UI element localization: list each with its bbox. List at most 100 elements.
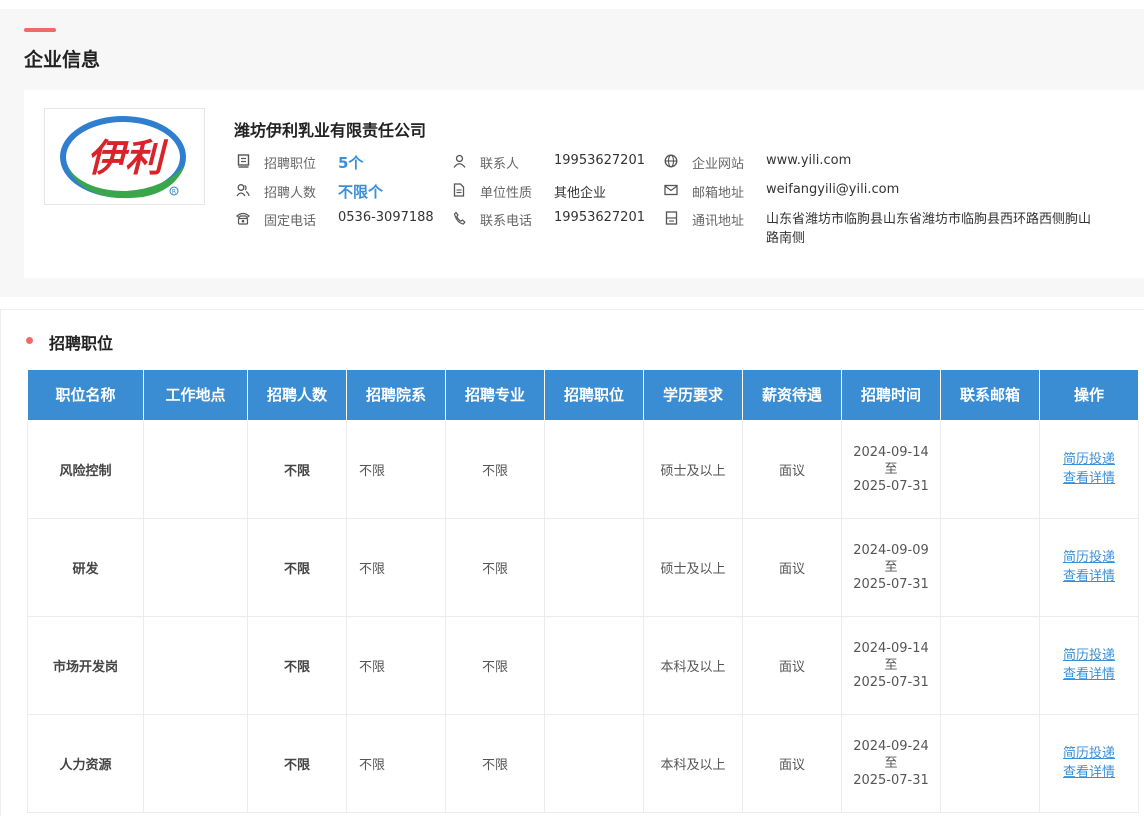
job-time: 2024-09-14 至 2025-07-31 xyxy=(841,615,941,715)
table-row: 人力资源 不限 不限 不限 本科及以上 面议 2024-09-24 至 2025-0… xyxy=(27,713,1139,813)
job-education: 本科及以上 xyxy=(643,713,743,813)
job-education: 硕士及以上 xyxy=(643,517,743,617)
column-header: 职位名称 xyxy=(27,370,144,421)
job-email xyxy=(940,615,1040,715)
job-time: 2024-09-14 至 2025-07-31 xyxy=(841,419,941,519)
job-position xyxy=(544,419,644,519)
job-location xyxy=(143,419,248,519)
mail-icon xyxy=(664,183,678,197)
jobs-table: 职位名称 工作地点 招聘人数 招聘院系 招聘专业 招聘职位 学历要求 薪资待遇 … xyxy=(27,370,1139,813)
company-info-card: 伊利 R 潍坊伊利乳业有限责任公司 招聘职位 5个 招聘人数 不限个 固定电话 … xyxy=(24,90,1144,278)
globe-icon xyxy=(664,154,678,168)
field-headcount: 招聘人数 不限个 xyxy=(236,182,384,201)
column-header: 招聘职位 xyxy=(544,370,644,421)
users-icon xyxy=(236,183,250,197)
job-department: 不限 xyxy=(346,713,446,813)
column-header: 招聘院系 xyxy=(346,370,446,421)
jobs-section-title: 招聘职位 xyxy=(49,334,114,353)
field-unit-type: 单位性质 其他企业 xyxy=(452,182,606,201)
job-time: 2024-09-09 至 2025-07-31 xyxy=(841,517,941,617)
company-name: 潍坊伊利乳业有限责任公司 xyxy=(234,121,427,140)
job-position xyxy=(544,615,644,715)
column-header: 招聘时间 xyxy=(841,370,941,421)
job-position xyxy=(544,713,644,813)
job-name: 风险控制 xyxy=(27,419,144,519)
job-name: 研发 xyxy=(27,517,144,617)
positions-count: 5个 xyxy=(338,154,364,172)
column-header: 学历要求 xyxy=(643,370,743,421)
apply-resume-link[interactable]: 简历投递 xyxy=(1040,450,1138,469)
section-title: 企业信息 xyxy=(24,49,101,71)
job-name: 人力资源 xyxy=(27,713,144,813)
job-education: 硕士及以上 xyxy=(643,419,743,519)
telephone-icon xyxy=(236,211,250,225)
job-email xyxy=(940,517,1040,617)
field-contact-phone: 联系电话 19953627201 xyxy=(452,210,645,229)
table-row: 市场开发岗 不限 不限 不限 本科及以上 面议 2024-09-14 至 2025-… xyxy=(27,615,1139,715)
job-actions: 简历投递 查看详情 xyxy=(1039,419,1139,519)
column-header: 招聘专业 xyxy=(445,370,545,421)
table-header-row: 职位名称 工作地点 招聘人数 招聘院系 招聘专业 招聘职位 学历要求 薪资待遇 … xyxy=(27,370,1139,421)
document-icon xyxy=(236,154,250,168)
headcount-value: 不限个 xyxy=(338,183,384,201)
column-header: 招聘人数 xyxy=(247,370,347,421)
job-department: 不限 xyxy=(346,419,446,519)
job-actions: 简历投递 查看详情 xyxy=(1039,517,1139,617)
apply-resume-link[interactable]: 简历投递 xyxy=(1040,646,1138,665)
phone-icon xyxy=(452,211,466,225)
job-email xyxy=(940,713,1040,813)
field-address: 通讯地址 山东省潍坊市临朐县山东省潍坊市临朐县西环路西侧朐山路南侧 xyxy=(664,210,1101,246)
job-location xyxy=(143,713,248,813)
job-department: 不限 xyxy=(346,517,446,617)
job-salary: 面议 xyxy=(742,419,842,519)
field-website: 企业网站 www.yili.com xyxy=(664,153,851,172)
apply-resume-link[interactable]: 简历投递 xyxy=(1040,744,1138,763)
company-logo: 伊利 R xyxy=(44,108,205,205)
field-email: 邮箱地址 weifangyili@yili.com xyxy=(664,182,899,201)
field-positions: 招聘职位 5个 xyxy=(236,153,364,172)
job-location xyxy=(143,517,248,617)
job-education: 本科及以上 xyxy=(643,615,743,715)
job-count: 不限 xyxy=(247,713,347,813)
view-details-link[interactable]: 查看详情 xyxy=(1040,763,1138,782)
apply-resume-link[interactable]: 简历投递 xyxy=(1040,548,1138,567)
svg-text:R: R xyxy=(172,189,176,196)
column-header: 薪资待遇 xyxy=(742,370,842,421)
job-location xyxy=(143,615,248,715)
job-name: 市场开发岗 xyxy=(27,615,144,715)
job-salary: 面议 xyxy=(742,517,842,617)
job-major: 不限 xyxy=(445,419,545,519)
file-icon xyxy=(452,183,466,197)
address-book-icon xyxy=(664,211,678,225)
job-salary: 面议 xyxy=(742,615,842,715)
jobs-section: 招聘职位 职位名称 工作地点 招聘人数 招聘院系 招聘专业 招聘职位 学历要求 … xyxy=(0,309,1144,816)
job-count: 不限 xyxy=(247,419,347,519)
column-header: 联系邮箱 xyxy=(940,370,1040,421)
job-actions: 简历投递 查看详情 xyxy=(1039,615,1139,715)
column-header: 工作地点 xyxy=(143,370,248,421)
job-position xyxy=(544,517,644,617)
job-actions: 简历投递 查看详情 xyxy=(1039,713,1139,813)
company-info-section: 企业信息 伊利 R 潍坊伊利乳业有限责任公司 招聘职位 5个 招聘人数 不限个 … xyxy=(0,9,1144,297)
job-major: 不限 xyxy=(445,713,545,813)
svg-text:伊利: 伊利 xyxy=(87,136,169,180)
job-time: 2024-09-24 至 2025-07-31 xyxy=(841,713,941,813)
job-count: 不限 xyxy=(247,517,347,617)
table-row: 研发 不限 不限 不限 硕士及以上 面议 2024-09-09 至 2025-07-… xyxy=(27,517,1139,617)
field-contact: 联系人 19953627201 xyxy=(452,153,645,172)
title-accent-bar xyxy=(24,28,56,32)
title-dot xyxy=(26,337,33,344)
job-major: 不限 xyxy=(445,615,545,715)
job-count: 不限 xyxy=(247,615,347,715)
table-row: 风险控制 不限 不限 不限 硕士及以上 面议 2024-09-14 至 2025-0… xyxy=(27,419,1139,519)
job-department: 不限 xyxy=(346,615,446,715)
view-details-link[interactable]: 查看详情 xyxy=(1040,469,1138,488)
user-icon xyxy=(452,154,466,168)
job-email xyxy=(940,419,1040,519)
job-salary: 面议 xyxy=(742,713,842,813)
view-details-link[interactable]: 查看详情 xyxy=(1040,665,1138,684)
job-major: 不限 xyxy=(445,517,545,617)
column-header: 操作 xyxy=(1039,370,1139,421)
view-details-link[interactable]: 查看详情 xyxy=(1040,567,1138,586)
field-landline: 固定电话 0536-3097188 xyxy=(236,210,434,229)
